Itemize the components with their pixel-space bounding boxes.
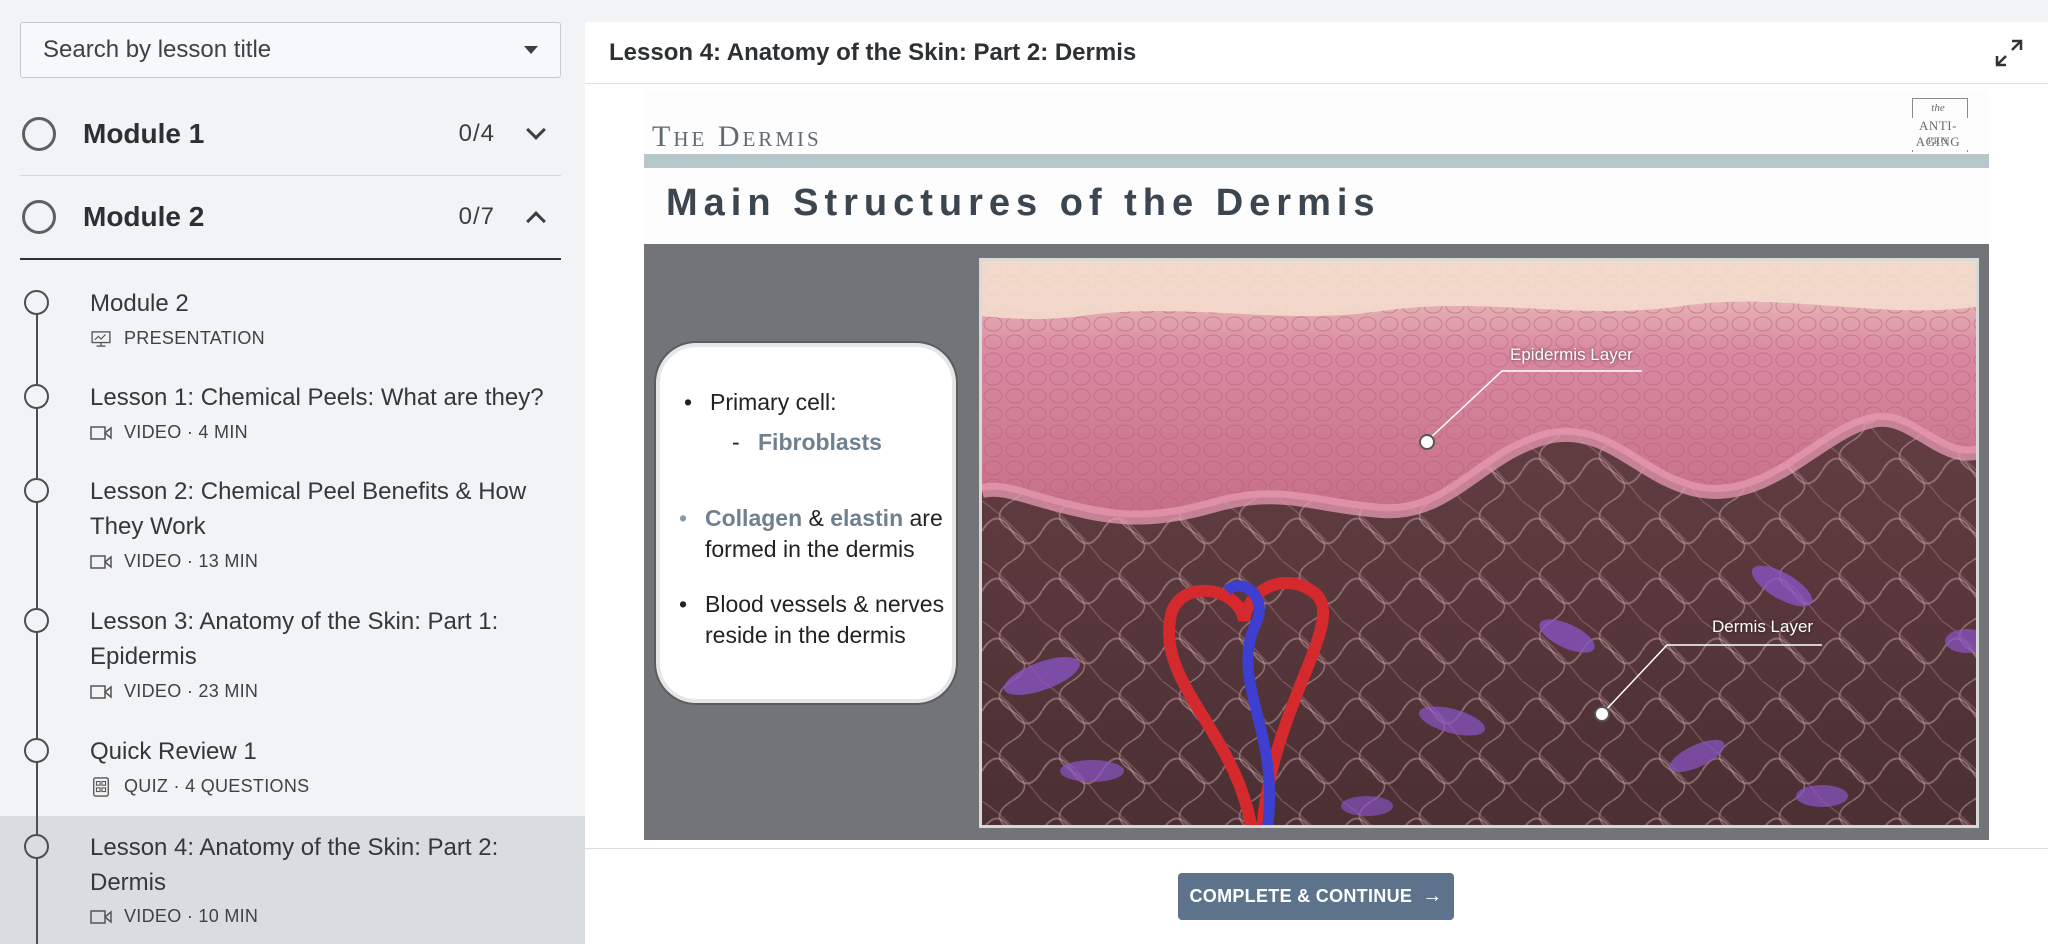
lesson-item[interactable]: Lesson 3: Anatomy of the Skin: Part 1: E… [0,604,585,734]
epidermis-layer-label: Epidermis Layer [1510,345,1633,364]
logo-small-text: the [1931,102,1945,114]
lesson-content-panel: Lesson 4: Anatomy of the Skin: Part 2: D… [585,22,2048,944]
status-circle-icon [24,834,49,859]
video-icon [90,554,112,569]
presentation-icon [91,330,111,347]
bullet-card: Primary cell: - Fibroblasts • Collagen &… [656,343,956,703]
dermis-layer-label: Dermis Layer [1712,617,1814,636]
module-2-header[interactable]: Module 2 0/7 [20,176,561,260]
status-circle-icon [24,384,49,409]
lesson-title: Lesson 1: Chemical Peels: What are they? [90,384,544,411]
lesson-title: Lesson 4: Anatomy of the Skin: Part 2: D… [90,834,499,896]
bullet-collagen-word: Collagen [705,505,803,531]
video-icon [90,684,112,699]
bullet-fibroblasts: Fibroblasts [758,429,882,455]
lesson-title: Module 2 [90,290,189,317]
lesson-title: Lesson 2: Chemical Peel Benefits & How T… [90,478,527,540]
lesson-search-dropdown[interactable]: Search by lesson title [20,22,561,78]
bullet-blood-line2: reside in the dermis [705,622,906,648]
bullet-elastin-word: elastin [830,505,904,531]
search-placeholder: Search by lesson title [43,36,272,63]
lesson-header: Lesson 4: Anatomy of the Skin: Part 2: D… [585,22,2048,84]
lesson-footer: COMPLETE & CONTINUE → [585,848,2048,944]
progress-circle-icon [22,116,56,151]
lesson-item[interactable]: Quick Review 1 QUIZ · 4 QUESTIONS [0,734,585,816]
chevron-down-icon[interactable] [526,119,546,140]
module-progress: 0/7 [458,203,495,230]
logo-sub-text: PRO [1927,136,1949,146]
bullet-blood-line1: Blood vessels & nerves [705,591,945,617]
bullet-are: are [909,505,943,531]
status-circle-icon [24,478,49,503]
lesson-title: Quick Review 1 [90,738,257,765]
lesson-sidebar: Search by lesson title Module 1 0/4 Modu… [0,0,585,944]
module-title: Module 2 [83,201,205,232]
status-circle-icon [24,290,49,315]
expand-icon[interactable] [1994,38,2024,68]
presentation-slide: The Dermis the ANTI-AGING PRO Main Struc… [644,90,1989,840]
chevron-up-icon[interactable] [526,211,546,231]
lesson-item[interactable]: Module 2 PRESENTATION [0,286,585,380]
complete-continue-button[interactable]: COMPLETE & CONTINUE → [1178,873,1454,920]
status-circle-icon [24,608,49,633]
brand-logo: the ANTI-AGING PRO [1898,98,1978,152]
module-progress: 0/4 [458,119,495,147]
caret-down-icon [524,46,538,54]
lesson-meta: VIDEO · 23 MIN [124,681,259,701]
lesson-item[interactable]: Lesson 1: Chemical Peels: What are they?… [0,380,585,474]
lesson-meta: QUIZ · 4 QUESTIONS [124,776,310,796]
video-icon [90,425,112,440]
slide-body: Primary cell: - Fibroblasts • Collagen &… [644,244,1989,840]
slide-header: The Dermis the ANTI-AGING PRO [644,90,1989,154]
lesson-item-active[interactable]: Lesson 4: Anatomy of the Skin: Part 2: D… [0,816,585,944]
bullet-blood-vessels: Blood vessels & nerves reside in the der… [679,589,945,651]
bullet-sub-dash: - [732,429,740,455]
lesson-title: Lesson 3: Anatomy of the Skin: Part 1: E… [90,608,499,670]
lesson-item[interactable]: Lesson 2: Chemical Peel Benefits & How T… [0,474,585,604]
status-circle-icon [24,738,49,763]
lesson-title-heading: Lesson 4: Anatomy of the Skin: Part 2: D… [609,38,1137,66]
video-icon [90,909,112,924]
bullet-formed: formed in the dermis [705,536,915,562]
progress-circle-icon [22,200,56,234]
slide-kicker: The Dermis [652,120,822,153]
bullet-collagen-elastin: • Collagen & elastin are formed in the d… [679,505,943,562]
slide-title: Main Structures of the Dermis [666,182,1381,224]
bullet-amp: & [808,505,824,531]
module-1-header[interactable]: Module 1 0/4 [20,92,561,176]
lesson-meta: VIDEO · 10 MIN [124,906,259,926]
module-title: Module 1 [83,117,205,149]
skin-layers-image [982,261,1976,825]
slide-accent-bar [644,154,1989,168]
arrow-right-icon: → [1422,885,1443,907]
lesson-meta: VIDEO · 13 MIN [124,551,259,571]
quiz-icon [93,776,109,797]
lesson-meta: PRESENTATION [124,328,265,348]
bullet-primary-cell: Primary cell: [684,387,836,418]
skin-cross-section-illustration: Epidermis Layer Dermis Layer [979,258,1979,828]
lesson-meta: VIDEO · 4 MIN [124,422,248,442]
complete-continue-label: COMPLETE & CONTINUE [1189,886,1413,906]
